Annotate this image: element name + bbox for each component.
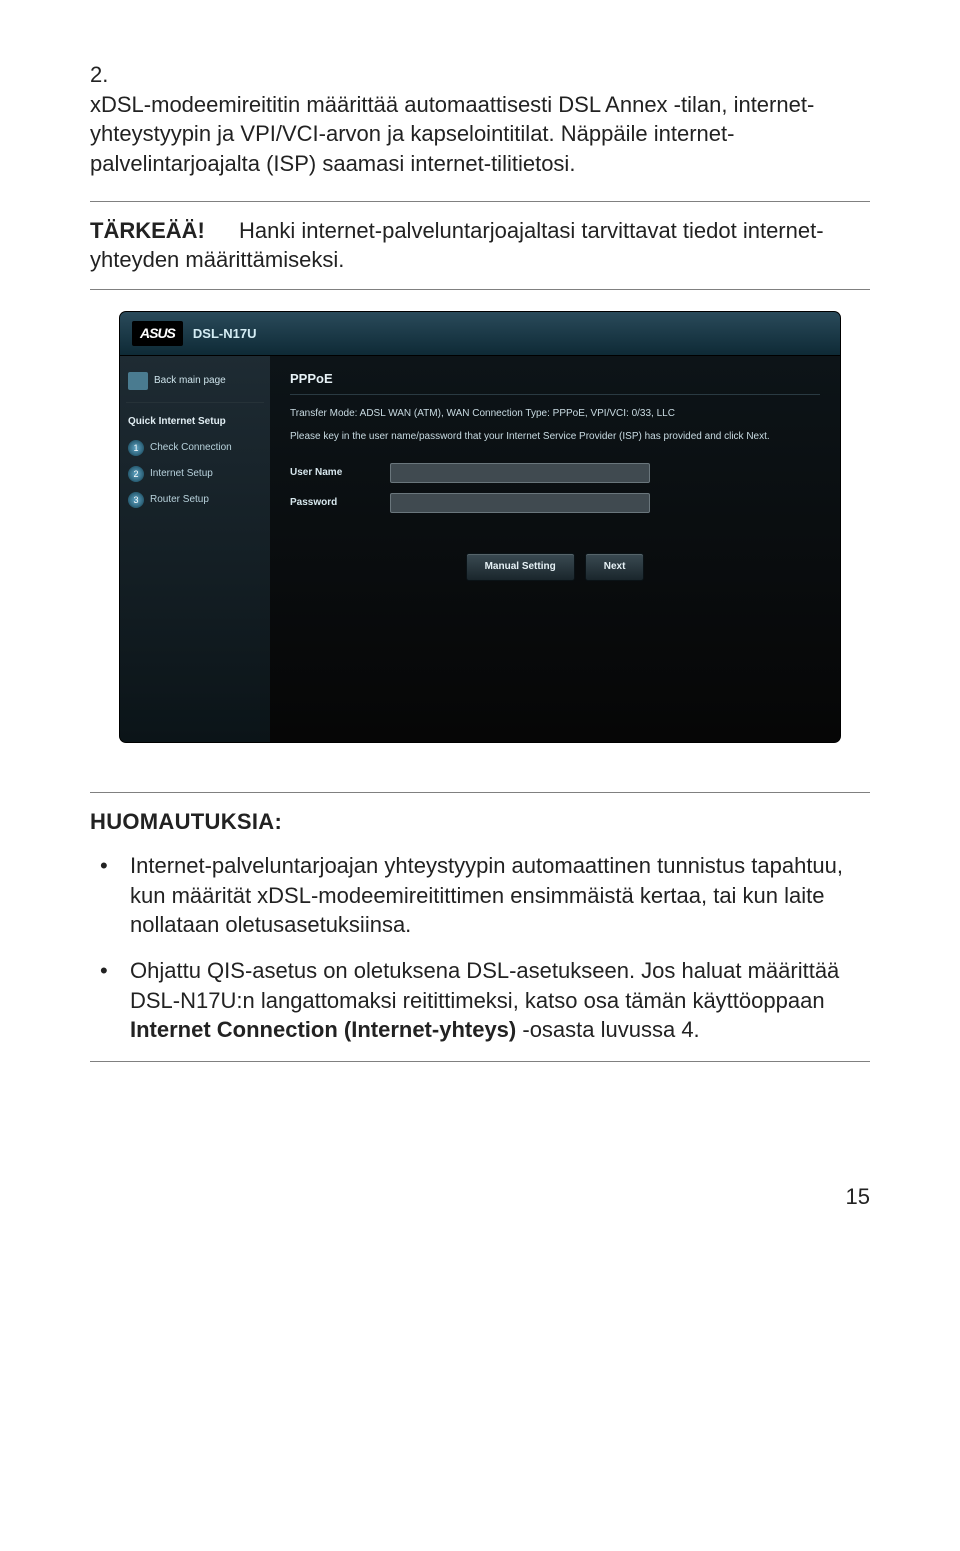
screenshot-body: Back main page Quick Internet Setup 1 Ch… [120,356,840,742]
button-row: Manual Setting Next [290,553,820,581]
home-icon [128,372,148,390]
manual-setting-button[interactable]: Manual Setting [466,553,575,581]
step-badge-3: 3 [128,492,144,508]
username-label: User Name [290,466,390,480]
router-screenshot: ASUS DSL-N17U Back main page Quick Inter… [120,312,840,742]
back-label: Back main page [154,374,226,388]
sidebar-step-label: Check Connection [150,441,232,455]
notes-title: HUOMAUTUKSIA: [90,807,870,837]
step-number: 2. [90,60,120,90]
transfer-info: Transfer Mode: ADSL WAN (ATM), WAN Conne… [290,407,820,421]
sidebar-step-label: Router Setup [150,493,209,507]
model-label: DSL-N17U [193,325,257,343]
username-input[interactable] [390,463,650,483]
password-label: Password [290,496,390,510]
notes-divider-bottom [90,1061,870,1062]
notes-item-2-bold: Internet Connection (Internet-yhteys) [130,1017,516,1042]
screenshot-topbar: ASUS DSL-N17U [120,312,840,356]
notes-item-1: Internet-palveluntarjoajan yhteystyypin … [90,851,870,940]
sidebar-step-router-setup[interactable]: 3 Router Setup [126,487,264,513]
field-row-password: Password [290,493,820,513]
page-number: 15 [90,1182,870,1212]
step-badge-2: 2 [128,466,144,482]
brand-logo: ASUS [132,321,183,346]
field-row-username: User Name [290,463,820,483]
notes-block: HUOMAUTUKSIA: Internet-palveluntarjoajan… [90,792,870,1062]
notes-item-2-pre: Ohjattu QIS-asetus on oletuksena DSL-ase… [130,958,839,1013]
important-row: TÄRKEÄÄ! Hanki internet-palveluntarjoaja… [90,202,870,289]
sidebar-step-check-connection[interactable]: 1 Check Connection [126,435,264,461]
sidebar-section-title: Quick Internet Setup [126,411,264,435]
sidebar-step-label: Internet Setup [150,467,213,481]
screenshot-sidebar: Back main page Quick Internet Setup 1 Ch… [120,356,270,742]
screenshot-main: PPPoE Transfer Mode: ADSL WAN (ATM), WAN… [270,356,840,742]
notes-divider-top [90,792,870,793]
sidebar-step-internet-setup[interactable]: 2 Internet Setup [126,461,264,487]
divider-bottom [90,289,870,290]
notes-item-2-post: -osasta luvussa 4. [516,1017,699,1042]
step-block: 2. xDSL-modeemireititin määrittää automa… [90,60,870,179]
step-badge-1: 1 [128,440,144,456]
notes-item-2: Ohjattu QIS-asetus on oletuksena DSL-ase… [90,956,870,1045]
password-input[interactable] [390,493,650,513]
next-button[interactable]: Next [585,553,645,581]
notes-list: Internet-palveluntarjoajan yhteystyypin … [90,851,870,1045]
back-main-page[interactable]: Back main page [126,366,264,403]
important-label: TÄRKEÄÄ! [90,218,205,243]
step-text: xDSL-modeemireititin määrittää automaatt… [90,90,836,179]
panel-title: PPPoE [290,370,820,395]
instruction-text: Please key in the user name/password tha… [290,430,820,443]
